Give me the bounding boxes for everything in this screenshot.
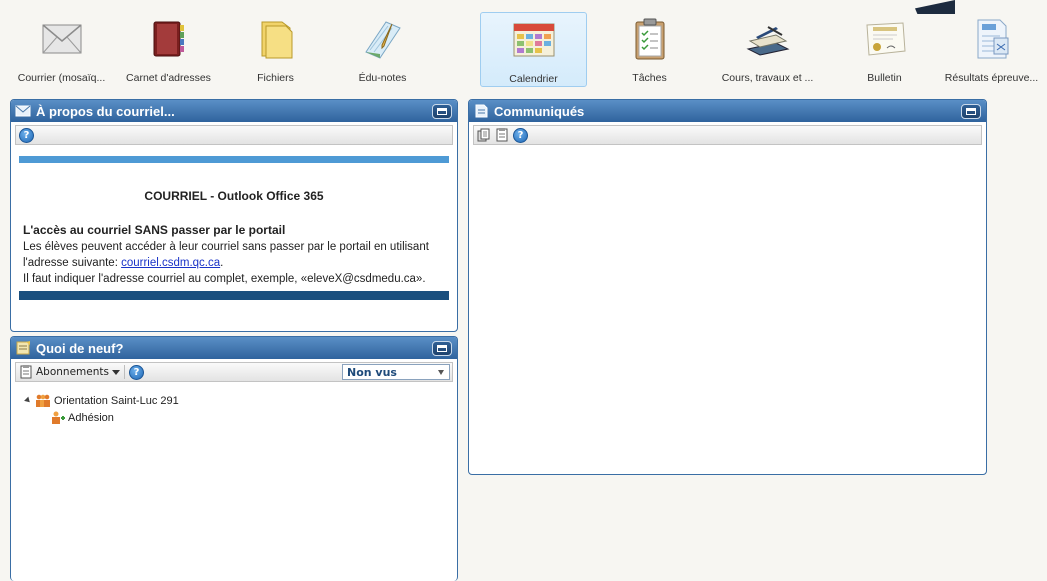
tool-label: Carnet d'adresses <box>126 72 211 84</box>
tool-resultats-epreuves[interactable]: Résultats épreuve... <box>936 12 1047 87</box>
help-icon[interactable]: ? <box>513 127 528 143</box>
news-filter-value: Non vus <box>347 365 397 379</box>
tool-label: Fichiers <box>257 72 294 84</box>
about-email-panel: À propos du courriel... ? COURRIEL - Out… <box>10 99 458 332</box>
about-email-toolbar: ? <box>15 125 453 145</box>
subscriptions-label: Abonnements <box>36 366 109 378</box>
about-body: Les élèves peuvent accéder à leur courri… <box>23 239 445 287</box>
help-icon[interactable]: ? <box>128 364 144 380</box>
tool-label: Bulletin <box>867 72 902 84</box>
tree-child-row[interactable]: Adhésion <box>51 409 457 426</box>
about-heading: COURRIEL - Outlook Office 365 <box>144 189 324 203</box>
test-results-icon <box>969 16 1015 62</box>
tool-fichiers[interactable]: Fichiers <box>222 12 329 87</box>
tool-label: Courrier (mosaïq... <box>17 72 106 84</box>
notepad-icon <box>360 16 406 62</box>
tool-label: Cours, travaux et ... <box>721 72 814 84</box>
person-add-icon <box>52 411 65 424</box>
communiques-collapse-button[interactable] <box>961 103 981 119</box>
clipboard-icon <box>627 16 673 62</box>
tree-child-label: Adhésion <box>68 411 114 424</box>
tool-carnet-adresses[interactable]: Carnet d'adresses <box>115 12 222 87</box>
tree-group-row[interactable]: Orientation Saint-Luc 291 <box>24 392 457 409</box>
news-toolbar: Abonnements ? Non vus <box>15 362 453 382</box>
envelope-icon <box>39 16 85 62</box>
tool-label: Résultats épreuve... <box>944 72 1039 84</box>
tool-label: Édu-notes <box>358 72 407 84</box>
news-header: Quoi de neuf? <box>11 337 457 359</box>
certificate-icon <box>862 16 908 62</box>
communiques-toolbar: ? <box>473 125 982 145</box>
about-line-3: Il faut indiquer l'adresse courriel au c… <box>23 273 426 285</box>
about-line-2-suffix: . <box>220 257 224 269</box>
news-title: Quoi de neuf? <box>36 340 124 356</box>
clipboard-small-icon[interactable] <box>495 128 509 142</box>
news-collapse-button[interactable] <box>432 340 452 356</box>
tool-label: Tâches <box>632 72 667 84</box>
dropdown-arrow-icon <box>438 369 444 375</box>
subscriptions-icon <box>20 365 32 379</box>
about-subheading: L'accès au courriel SANS passer par le p… <box>23 223 286 237</box>
communiques-title: Communiqués <box>494 103 585 119</box>
books-icon <box>745 16 791 62</box>
news-filter-select[interactable]: Non vus <box>342 364 450 380</box>
about-line-1: Les élèves peuvent accéder à leur courri… <box>23 241 429 253</box>
tool-bulletin[interactable]: Bulletin <box>831 12 938 87</box>
tool-edu-notes[interactable]: Édu-notes <box>329 12 436 87</box>
about-collapse-button[interactable] <box>432 103 452 119</box>
chevron-down-icon <box>111 369 120 375</box>
about-email-title: À propos du courriel... <box>36 103 175 119</box>
footer-bar <box>19 291 449 300</box>
communiques-panel: Communiqués ? <box>468 99 987 475</box>
about-email-header: À propos du courriel... <box>11 100 457 122</box>
courriel-link[interactable]: courriel.csdm.qc.ca <box>121 257 220 269</box>
calendar-icon <box>511 17 557 63</box>
tool-cours-travaux[interactable]: Cours, travaux et ... <box>714 12 821 87</box>
accent-bar <box>19 156 449 163</box>
tool-calendrier[interactable]: Calendrier <box>480 12 587 87</box>
about-line-2: l'adresse suivante: courriel.csdm.qc.ca. <box>23 255 445 271</box>
subscriptions-button[interactable]: Abonnements <box>19 365 125 379</box>
tool-taches[interactable]: Tâches <box>596 12 703 87</box>
about-line-2-prefix: l'adresse suivante: <box>23 257 122 269</box>
news-panel-icon <box>16 341 30 355</box>
help-icon[interactable]: ? <box>19 127 34 143</box>
document-panel-icon <box>475 104 488 118</box>
group-people-icon <box>36 394 50 407</box>
folder-icon <box>253 16 299 62</box>
module-toolbar: Courrier (mosaïq... Carnet d'adresses Fi… <box>0 0 1047 92</box>
tree-group-label: Orientation Saint-Luc 291 <box>54 394 179 407</box>
tool-label: Calendrier <box>509 73 558 85</box>
news-panel: Quoi de neuf? Abonnements ? Non vus Orie… <box>10 336 458 581</box>
communiques-header: Communiqués <box>469 100 986 122</box>
expand-triangle-icon[interactable] <box>24 396 32 405</box>
tool-courrier[interactable]: Courrier (mosaïq... <box>8 12 115 87</box>
address-book-icon <box>146 16 192 62</box>
mail-panel-icon <box>15 105 31 117</box>
documents-icon[interactable] <box>477 128 491 142</box>
news-tree: Orientation Saint-Luc 291 Adhésion <box>24 392 457 426</box>
